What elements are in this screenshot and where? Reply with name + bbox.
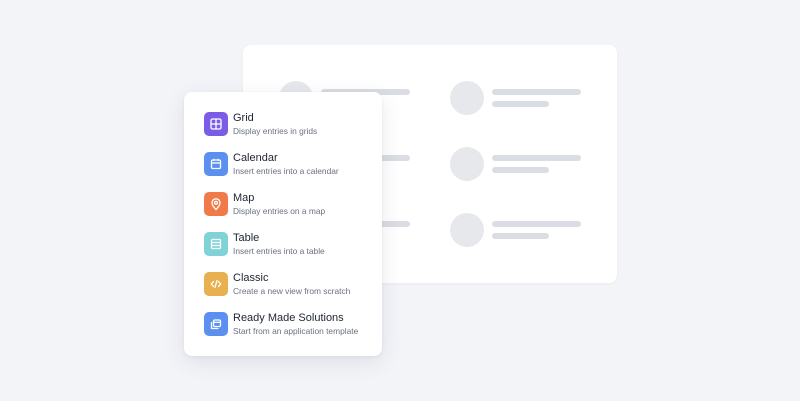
menu-item-ready-made-solutions[interactable]: Ready Made Solutions Start from an appli… bbox=[204, 312, 382, 352]
menu-item-subtitle: Create a new view from scratch bbox=[233, 286, 351, 296]
menu-item-table[interactable]: Table Insert entries into a table bbox=[204, 232, 382, 272]
placeholder-avatar bbox=[450, 213, 484, 247]
map-pin-icon bbox=[204, 192, 228, 216]
placeholder-line bbox=[492, 167, 549, 173]
menu-item-subtitle: Display entries in grids bbox=[233, 126, 318, 136]
menu-item-title: Table bbox=[233, 232, 260, 244]
placeholder-line bbox=[492, 155, 581, 161]
menu-item-title: Ready Made Solutions bbox=[233, 312, 344, 324]
calendar-icon bbox=[204, 152, 228, 176]
menu-item-subtitle: Insert entries into a table bbox=[233, 246, 325, 256]
menu-item-subtitle: Start from an application template bbox=[233, 326, 359, 336]
template-icon bbox=[204, 312, 228, 336]
grid-icon bbox=[204, 112, 228, 136]
menu-item-subtitle: Display entries on a map bbox=[233, 206, 326, 216]
menu-item-map[interactable]: Map Display entries on a map bbox=[204, 192, 382, 232]
menu-item-subtitle: Insert entries into a calendar bbox=[233, 166, 339, 176]
placeholder-line bbox=[492, 89, 581, 95]
menu-item-classic[interactable]: Classic Create a new view from scratch bbox=[204, 272, 382, 312]
menu-item-title: Map bbox=[233, 192, 255, 204]
table-icon bbox=[204, 232, 228, 256]
placeholder-line bbox=[492, 221, 581, 227]
menu-item-title: Classic bbox=[233, 272, 269, 284]
placeholder-avatar bbox=[450, 147, 484, 181]
menu-item-title: Grid bbox=[233, 112, 254, 124]
menu-item-grid[interactable]: Grid Display entries in grids bbox=[204, 112, 382, 152]
canvas: Grid Display entries in grids Calendar I… bbox=[0, 0, 800, 401]
placeholder-avatar bbox=[450, 81, 484, 115]
view-type-menu: Grid Display entries in grids Calendar I… bbox=[184, 92, 382, 356]
code-icon bbox=[204, 272, 228, 296]
menu-item-title: Calendar bbox=[233, 152, 278, 164]
placeholder-line bbox=[492, 101, 549, 107]
menu-item-calendar[interactable]: Calendar Insert entries into a calendar bbox=[204, 152, 382, 192]
placeholder-line bbox=[492, 233, 549, 239]
